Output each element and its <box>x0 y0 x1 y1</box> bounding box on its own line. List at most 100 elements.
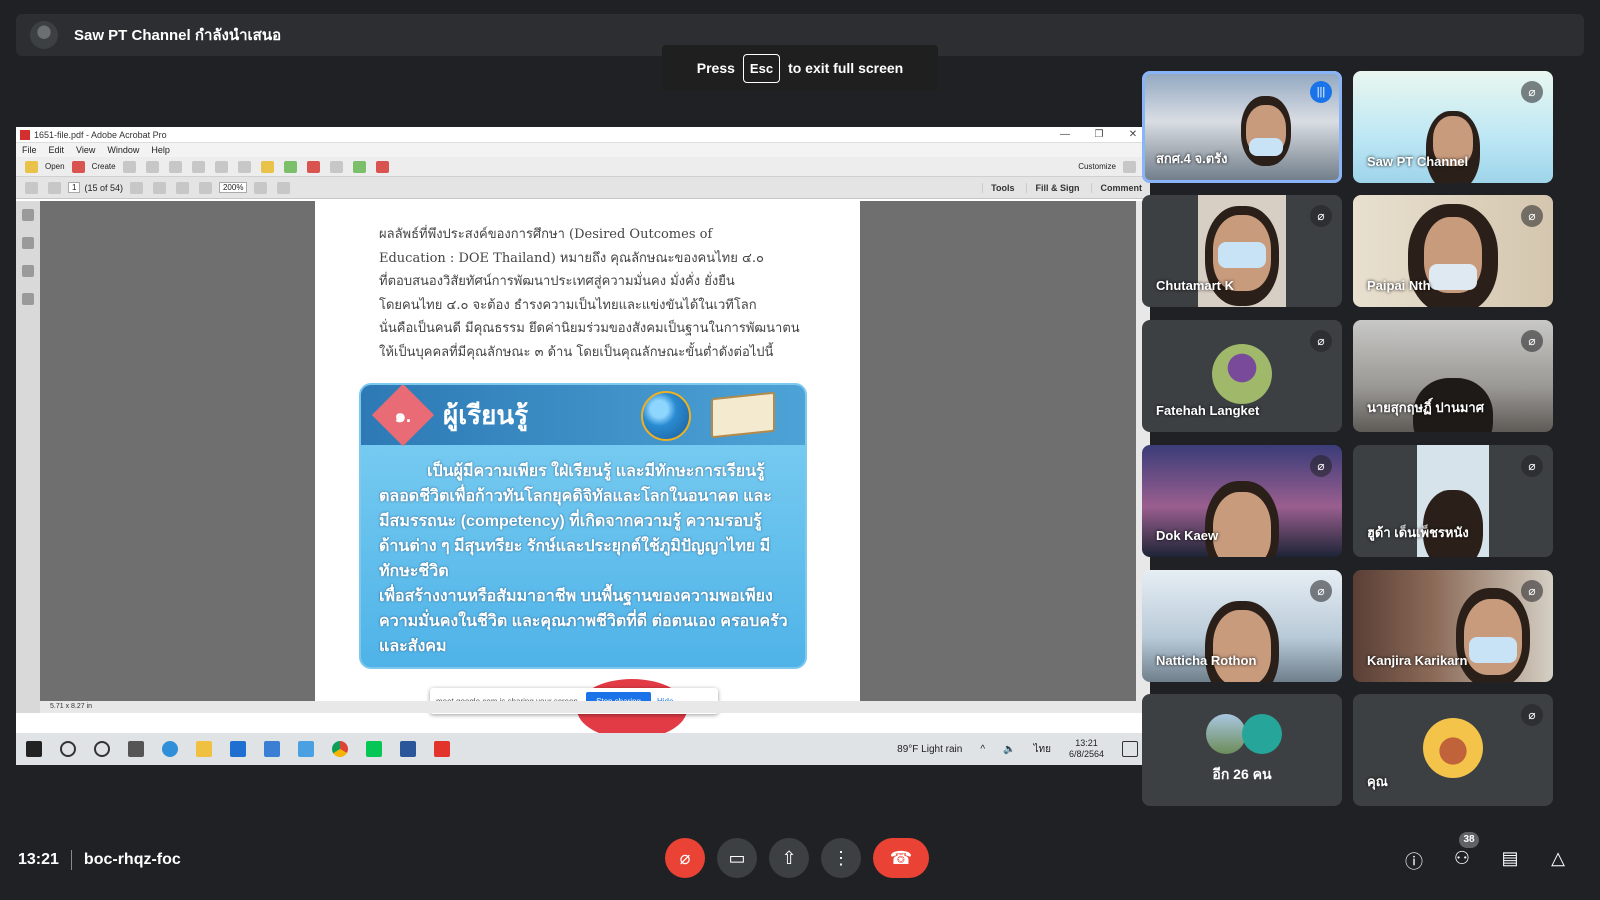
prev-page-icon[interactable] <box>25 181 38 194</box>
participant-tile[interactable]: ⌀ Fatehah Langket <box>1142 320 1342 432</box>
create-icon[interactable] <box>71 160 85 173</box>
meeting-time: 13:21 <box>18 851 59 868</box>
cortana-icon[interactable] <box>94 741 110 757</box>
participant-count-badge: 38 <box>1459 832 1479 848</box>
bookmarks-icon[interactable] <box>22 237 34 249</box>
participant-tile[interactable]: ⌀ Paipai Nth <box>1353 195 1553 307</box>
select-cursor-icon[interactable] <box>129 181 143 194</box>
file-explorer-icon[interactable] <box>196 741 212 757</box>
weather-label[interactable]: 89°F Light rain <box>897 744 962 755</box>
acrobat-menubar: File Edit View Window Help <box>16 143 1150 157</box>
side-panel <box>16 201 40 713</box>
card-number-badge: ๑. <box>371 385 435 447</box>
monitor-icon[interactable] <box>298 741 314 757</box>
save-icon[interactable] <box>122 160 136 173</box>
participant-tile[interactable]: ⌀ นายสุกฤษฏิ์ ปานมาศ <box>1353 320 1553 432</box>
acrobat-taskbar-icon[interactable] <box>434 741 450 757</box>
create-button[interactable]: Create <box>92 162 116 171</box>
customize-button[interactable]: Customize <box>1078 162 1116 171</box>
fit-width-icon[interactable] <box>277 181 291 194</box>
menu-edit[interactable]: Edit <box>49 145 65 155</box>
participant-tile[interactable]: ⌀ Natticha Rothon <box>1142 570 1342 682</box>
zoom-out-icon[interactable] <box>175 181 189 194</box>
camera-button[interactable]: ▭ <box>717 838 757 878</box>
present-screen-button[interactable]: ⇧ <box>769 838 809 878</box>
highlight-icon[interactable] <box>283 160 297 173</box>
menu-window[interactable]: Window <box>107 145 139 155</box>
learner-card: ๑. ผู้เรียนรู้ เป็นผู้มีความเพียร ใฝ่เรี… <box>359 383 807 669</box>
self-tile[interactable]: ⌀ คุณ <box>1353 694 1553 806</box>
mic-off-icon: ⌀ <box>679 847 691 868</box>
meeting-info-icon[interactable]: ⓘ <box>1401 848 1427 872</box>
next-page-icon[interactable] <box>48 181 61 194</box>
cloud-icon[interactable] <box>145 160 159 173</box>
share-icon[interactable] <box>375 160 389 173</box>
notifications-icon[interactable] <box>1122 741 1138 757</box>
line-icon[interactable] <box>366 741 382 757</box>
export-icon[interactable] <box>329 160 343 173</box>
participant-name: Natticha Rothon <box>1156 653 1257 668</box>
hand-tool-icon[interactable] <box>152 181 166 194</box>
people-icon[interactable]: ⚇ <box>1449 848 1475 872</box>
participant-tile[interactable]: ⌀ Saw PT Channel <box>1353 71 1553 183</box>
participant-tile[interactable]: ⌀ Chutamart K <box>1142 195 1342 307</box>
taskbar-clock[interactable]: 13:21 6/8/2564 <box>1069 738 1104 760</box>
participant-tile[interactable]: ⌀ ฮูด้า เด็นเพ็ชรหนัง <box>1353 445 1553 557</box>
page-thumbnails-icon[interactable] <box>22 209 34 221</box>
menu-file[interactable]: File <box>22 145 37 155</box>
tab-comment[interactable]: Comment <box>1091 182 1150 193</box>
menu-help[interactable]: Help <box>151 145 170 155</box>
language-indicator[interactable]: ไทย <box>1033 742 1050 757</box>
face-mask <box>1249 138 1283 157</box>
activities-icon[interactable]: △ <box>1545 848 1571 872</box>
participant-tile[interactable]: ||| สกศ.4 จ.ตรัง <box>1142 71 1342 183</box>
card-title: ผู้เรียนรู้ <box>443 399 529 430</box>
mail-icon[interactable] <box>264 741 280 757</box>
print-icon[interactable] <box>168 160 182 173</box>
comment-icon[interactable] <box>260 160 274 173</box>
meeting-code[interactable]: boc-rhqz-foc <box>84 851 181 869</box>
task-view-icon[interactable] <box>128 741 144 757</box>
expand-icon[interactable] <box>1123 160 1136 173</box>
combine-icon[interactable] <box>352 160 366 173</box>
tab-tools[interactable]: Tools <box>982 182 1022 193</box>
fit-page-icon[interactable] <box>254 181 268 194</box>
open-button[interactable]: Open <box>45 162 65 171</box>
settings-icon[interactable] <box>237 160 251 173</box>
menu-view[interactable]: View <box>76 145 95 155</box>
attachments-icon[interactable] <box>22 265 34 277</box>
tray-chevron-icon[interactable]: ^ <box>980 744 985 755</box>
chat-icon[interactable]: ▤ <box>1497 848 1523 872</box>
page-number-input[interactable]: 1 <box>68 182 81 193</box>
edge-icon[interactable] <box>162 741 178 757</box>
esc-key: Esc <box>742 53 781 83</box>
restore-icon[interactable]: ❐ <box>1082 129 1116 140</box>
search-icon[interactable] <box>60 741 76 757</box>
email-icon[interactable] <box>214 160 228 173</box>
participant-avatar <box>1206 714 1246 754</box>
meeting-details: 13:21 boc-rhqz-foc <box>18 850 181 870</box>
more-participants-tile[interactable]: อีก 26 คน <box>1142 694 1342 806</box>
chrome-icon[interactable] <box>332 741 348 757</box>
tab-fill-sign[interactable]: Fill & Sign <box>1026 182 1087 193</box>
word-icon[interactable] <box>400 741 416 757</box>
participant-tile[interactable]: ⌀ Dok Kaew <box>1142 445 1342 557</box>
app-l-icon[interactable] <box>230 741 246 757</box>
leave-call-button[interactable]: ☎ <box>873 838 929 878</box>
more-options-button[interactable]: ⋮ <box>821 838 861 878</box>
mic-off-icon: ⌀ <box>1310 455 1332 477</box>
presenter-label: Saw PT Channel กำลังนำเสนอ <box>74 27 282 44</box>
zoom-in-icon[interactable] <box>198 181 212 194</box>
open-folder-icon[interactable] <box>25 160 38 173</box>
minimize-icon[interactable]: — <box>1048 129 1082 140</box>
zoom-input[interactable]: 200% <box>218 182 248 193</box>
microphone-off-button[interactable]: ⌀ <box>665 838 705 878</box>
edit-icon[interactable] <box>191 160 205 173</box>
signatures-icon[interactable] <box>22 293 34 305</box>
volume-icon[interactable]: 🔈 <box>1003 744 1015 755</box>
windows-start-icon[interactable] <box>26 741 42 757</box>
stamp-icon[interactable] <box>306 160 320 173</box>
face-mask <box>1469 637 1517 664</box>
participant-tile[interactable]: ⌀ Kanjira Karikarn <box>1353 570 1553 682</box>
horizontal-scrollbar[interactable]: 5.71 x 8.27 in <box>40 701 1136 713</box>
